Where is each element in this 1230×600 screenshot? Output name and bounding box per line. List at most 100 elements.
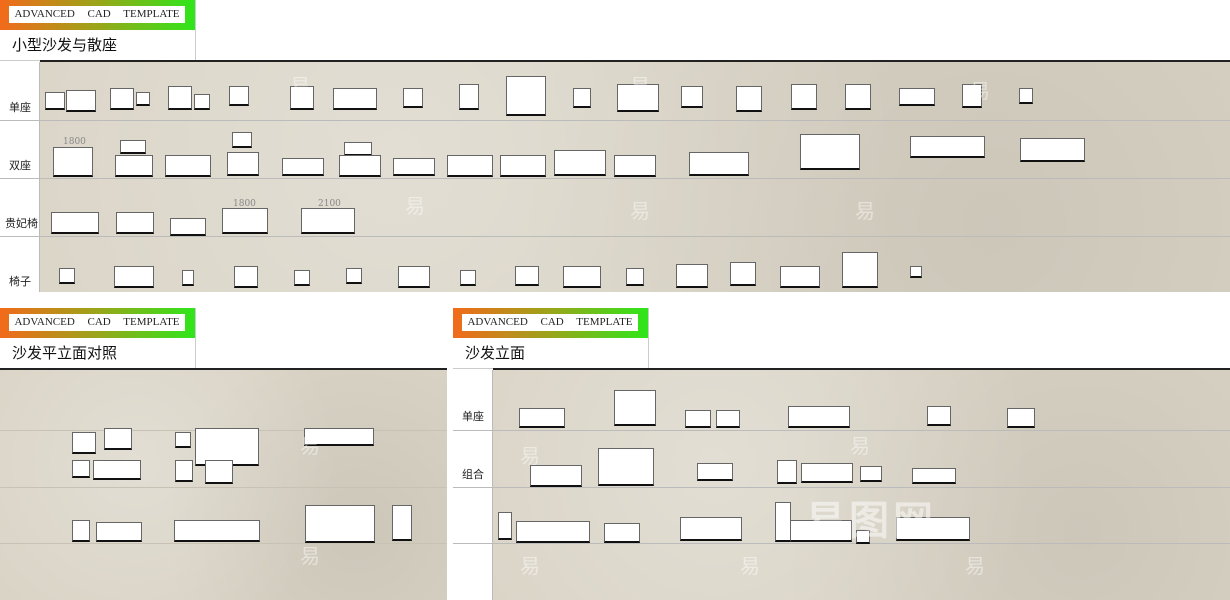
furniture-symbol [398,266,430,288]
furniture-symbol [392,505,412,541]
row-divider [0,120,1230,121]
furniture-symbol [168,86,192,110]
furniture-symbol [229,86,249,106]
watermark: 易 [300,540,320,569]
furniture-symbol [59,268,75,284]
watermark: 易 [410,310,430,339]
panel-title: 沙发立面 [465,342,525,363]
furniture-symbol [194,94,210,110]
furniture-symbol [927,406,951,426]
furniture-symbol [182,270,194,286]
row-label-chair: 椅子 [9,273,31,289]
furniture-symbol [910,136,985,158]
furniture-symbol [498,512,512,540]
furniture-symbol [515,266,539,286]
furniture-symbol [500,155,546,177]
watermark: 易 [290,70,310,99]
furniture-symbol [598,448,654,486]
drawing-area [0,370,447,600]
watermark: 易 [630,70,650,99]
watermark: 易 [850,430,870,459]
divider [493,368,1230,370]
watermark: 易 [970,75,990,104]
furniture-symbol [912,468,956,484]
furniture-symbol [506,76,546,116]
furniture-symbol [685,410,711,428]
watermark: 易 [965,550,985,579]
furniture-symbol [614,390,656,426]
furniture-symbol [170,218,206,236]
furniture-symbol [165,155,211,177]
watermark: 易 [740,550,760,579]
title-block: ADVANCED CAD TEMPLATE 小型沙发与散座 [0,0,196,61]
furniture-symbol [1007,408,1035,428]
furniture-symbol [1019,88,1033,104]
watermark-logo: 易图网 [805,488,937,546]
furniture-symbol [516,521,590,543]
furniture-symbol [110,88,134,110]
furniture-symbol [842,252,878,288]
furniture-symbol [104,428,132,450]
furniture-symbol [333,88,377,110]
furniture-symbol [45,92,65,110]
watermark: 易 [520,550,540,579]
furniture-symbol [716,410,740,428]
furniture-symbol [447,155,493,177]
furniture-symbol [403,88,423,108]
row-label-double: 双座 [9,157,31,173]
furniture-symbol [232,132,252,148]
furniture-symbol [114,266,154,288]
watermark: 易 [520,440,540,469]
furniture-symbol [115,155,153,177]
furniture-symbol [788,406,850,428]
furniture-symbol [680,517,742,541]
furniture-symbol [563,266,601,288]
furniture-symbol [72,460,90,478]
furniture-symbol [519,408,565,428]
watermark: 易 [300,430,320,459]
furniture-symbol [53,147,93,177]
furniture-symbol [689,152,749,176]
furniture-symbol [554,150,606,176]
furniture-symbol [791,84,817,110]
furniture-symbol [459,84,479,110]
furniture-symbol [393,158,435,176]
watermark: 易 [965,320,985,349]
furniture-symbol [51,212,99,234]
furniture-symbol [93,460,141,480]
furniture-symbol [676,264,708,288]
furniture-symbol [227,152,259,176]
furniture-symbol [205,460,233,484]
row-label-column [453,370,493,600]
furniture-symbol [801,463,853,483]
panel-sofa-elevation: ADVANCED CAD TEMPLATE 沙发立面 单座 组合 [453,308,1230,600]
furniture-symbol [730,262,756,286]
furniture-symbol [697,463,733,481]
template-label: ADVANCED CAD TEMPLATE [462,314,638,331]
watermark: 易 [855,195,875,224]
furniture-symbol [899,88,935,106]
furniture-symbol [780,266,820,288]
furniture-symbol [174,520,260,542]
furniture-symbol [681,86,703,108]
furniture-symbol [66,90,96,112]
title-block: ADVANCED CAD TEMPLATE 沙发立面 [453,308,649,369]
furniture-symbol [845,84,871,110]
furniture-symbol [282,158,324,176]
furniture-symbol [346,268,362,284]
furniture-symbol [460,270,476,286]
row-divider [0,236,1230,237]
furniture-symbol [614,155,656,177]
row-label-chaise: 贵妃椅 [5,215,38,231]
watermark: 易 [630,195,650,224]
furniture-symbol [604,523,640,543]
furniture-symbol [800,134,860,170]
panel-title: 沙发平立面对照 [12,342,117,363]
dimension-label: 1800 [63,137,86,147]
furniture-symbol [175,460,193,482]
furniture-symbol [136,92,150,106]
row-label-single: 单座 [462,408,484,424]
furniture-symbol [1020,138,1085,162]
furniture-symbol [222,208,268,234]
row-divider [0,178,1230,179]
